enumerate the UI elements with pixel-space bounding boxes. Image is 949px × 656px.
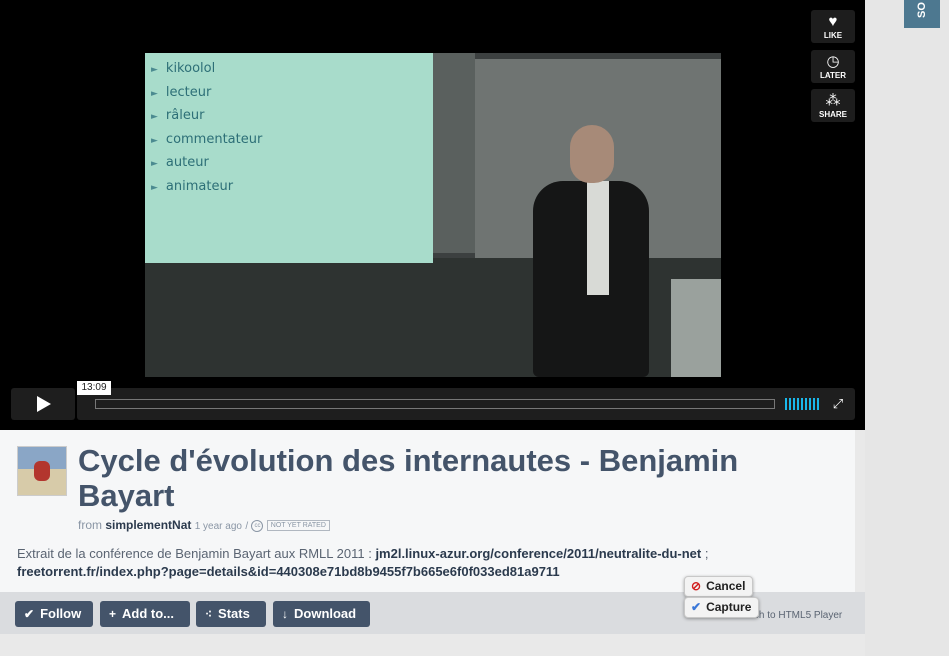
- stats-icon: ⁖: [205, 607, 213, 621]
- slide-item: ► lecteur: [151, 84, 212, 100]
- progress-bar[interactable]: [95, 399, 775, 409]
- later-label: LATER: [819, 71, 847, 80]
- share-button[interactable]: ⁂ SHARE: [811, 89, 855, 122]
- description-link-1[interactable]: jm2l.linux-azur.org/conference/2011/neut…: [375, 546, 701, 561]
- slide-item: ► râleur: [151, 108, 205, 123]
- slide-list: ► kikoolol ► lecteur ► râleur ► commentateur…: [145, 53, 433, 198]
- slide-item: ► kikoolol: [151, 61, 216, 76]
- volume-icon[interactable]: [785, 398, 821, 410]
- video-player[interactable]: ► kikoolol ► lecteur ► râleur ► commentateur…: [0, 0, 865, 430]
- avatar[interactable]: [17, 446, 67, 496]
- presenter-head: [570, 125, 614, 183]
- cc-license-icon[interactable]: cc: [251, 519, 264, 532]
- capture-button[interactable]: ✔ Capture: [684, 597, 760, 618]
- right-sidebar-bg: [865, 0, 949, 656]
- player-controls: ⤢: [11, 388, 855, 420]
- side-tab[interactable]: SO: [904, 0, 940, 28]
- rating-badge: NOT YET RATED: [266, 520, 330, 532]
- like-button[interactable]: ♥ LIKE: [811, 10, 855, 43]
- download-icon: ↓: [282, 607, 288, 621]
- description-link-2[interactable]: freetorrent.fr/index.php?page=details&id…: [17, 564, 560, 579]
- download-button[interactable]: ↓ Download: [273, 601, 370, 627]
- share-label: SHARE: [818, 110, 847, 119]
- projected-slide: ► kikoolol ► lecteur ► râleur ► commentateur…: [145, 53, 433, 263]
- byline: from simplementNat 1 year ago / cc NOT Y…: [78, 518, 330, 532]
- add-to-button[interactable]: + Add to...: [100, 601, 190, 627]
- bullet-icon: ►: [151, 159, 158, 169]
- fullscreen-icon[interactable]: ⤢: [829, 395, 847, 413]
- bullet-icon: ►: [151, 135, 158, 146]
- slide-item: ► auteur: [151, 155, 209, 170]
- slide-item: ► animateur: [151, 178, 234, 194]
- bullet-icon: ►: [151, 65, 158, 75]
- check-icon: ✔: [24, 607, 35, 621]
- presenter-shirt: [587, 181, 609, 295]
- share-icon: ⁂: [825, 92, 841, 109]
- side-tab-label: SO: [916, 2, 928, 18]
- video-wall: [433, 53, 475, 253]
- video-title: Cycle d'évolution des internautes - Benj…: [78, 443, 739, 513]
- follow-button[interactable]: ✔ Follow: [15, 601, 93, 627]
- bullet-icon: ►: [151, 88, 158, 99]
- plus-icon: +: [109, 607, 117, 621]
- from-label: from: [78, 518, 102, 532]
- checkmark-icon: ✔: [691, 600, 702, 614]
- byline-separator: /: [245, 521, 249, 532]
- later-button[interactable]: ◷ LATER: [811, 50, 855, 83]
- play-button[interactable]: [11, 388, 75, 420]
- bullet-icon: ►: [151, 112, 158, 122]
- cancel-button[interactable]: ⊘ Cancel: [684, 576, 754, 597]
- bullet-icon: ►: [151, 182, 158, 193]
- slide-item: ► commentateur: [151, 131, 263, 147]
- author-link[interactable]: simplementNat: [105, 518, 191, 532]
- timecode-tooltip: 13:09: [77, 381, 111, 395]
- stats-button[interactable]: ⁖ Stats: [196, 601, 266, 627]
- video-frame[interactable]: ► kikoolol ► lecteur ► râleur ► commentateur…: [145, 53, 721, 377]
- control-bar: ⤢: [77, 388, 855, 420]
- cancel-icon: ⊘: [691, 579, 702, 593]
- upload-age: 1 year ago: [194, 521, 242, 532]
- clock-icon: ◷: [826, 53, 840, 70]
- heart-icon: ♥: [828, 13, 838, 30]
- video-monitor: [671, 279, 721, 377]
- play-icon: [37, 396, 51, 412]
- like-label: LIKE: [823, 31, 843, 40]
